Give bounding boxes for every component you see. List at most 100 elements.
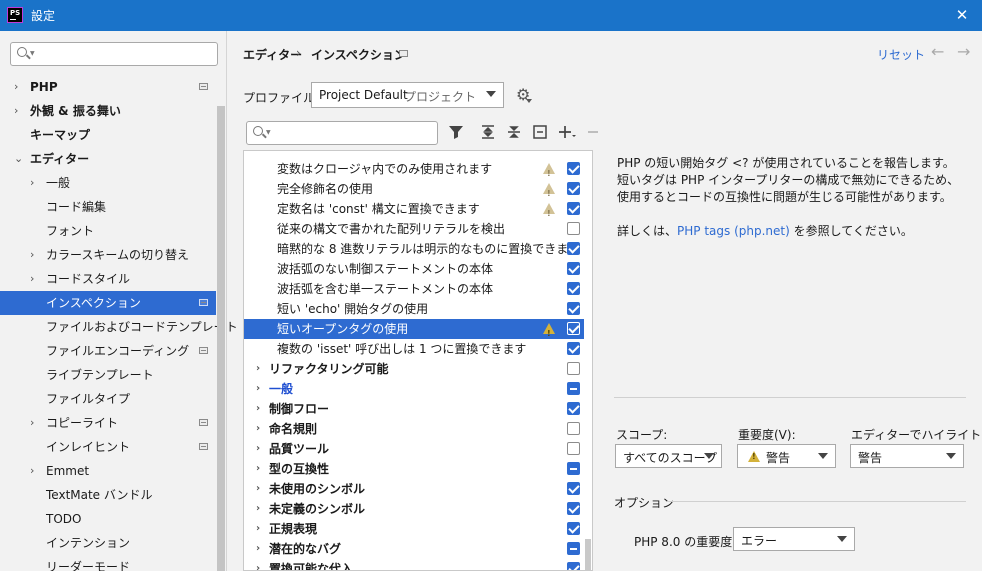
sidebar-item[interactable]: キーマップ bbox=[0, 123, 216, 147]
sidebar-item[interactable]: TextMate バンドル bbox=[0, 483, 216, 507]
inspection-checkbox[interactable] bbox=[567, 342, 580, 355]
inspection-checkbox[interactable] bbox=[567, 482, 580, 495]
chevron-right-icon[interactable]: › bbox=[256, 359, 260, 379]
inspection-item[interactable]: 暗黙的な 8 進数リテラルは明示的なものに置換できます bbox=[244, 239, 584, 259]
inspection-item[interactable]: 定数名は 'const' 構文に置換できます bbox=[244, 199, 584, 224]
inspection-item[interactable]: 完全修飾名の使用 bbox=[244, 179, 584, 204]
sidebar-item[interactable]: インレイヒント bbox=[0, 435, 216, 459]
inspection-item[interactable]: 波括弧を含む単一ステートメントの本体 bbox=[244, 279, 584, 299]
inspection-group[interactable]: › 未定義のシンボル bbox=[244, 499, 584, 519]
sidebar-item[interactable]: ファイルタイプ bbox=[0, 387, 216, 411]
sidebar-item[interactable]: リーダーモード bbox=[0, 555, 216, 571]
inspection-checkbox[interactable] bbox=[567, 462, 580, 475]
inspection-search-input[interactable]: ▼ bbox=[246, 121, 438, 145]
sidebar-item[interactable]: › Emmet bbox=[0, 459, 216, 483]
sidebar-item[interactable]: › PHP bbox=[0, 75, 216, 99]
sidebar-item[interactable]: ⌄ エディター bbox=[0, 147, 216, 171]
inspection-group[interactable]: › 命名規則 bbox=[244, 419, 584, 439]
sidebar-item[interactable]: ファイルおよびコードテンプレート bbox=[0, 315, 238, 339]
inspection-checkbox[interactable] bbox=[567, 442, 580, 455]
inspection-checkbox[interactable] bbox=[567, 422, 580, 435]
back-arrow-icon[interactable]: ← bbox=[931, 42, 944, 61]
inspection-checkbox[interactable] bbox=[567, 562, 580, 570]
inspection-checkbox[interactable] bbox=[567, 362, 580, 375]
settings-search-input[interactable]: ▼ bbox=[10, 42, 218, 66]
inspection-checkbox[interactable] bbox=[567, 242, 580, 255]
sidebar-item[interactable]: インスペクション bbox=[0, 291, 216, 315]
inspection-group[interactable]: › 潜在的なバグ bbox=[244, 539, 584, 559]
sidebar-item[interactable]: TODO bbox=[0, 507, 216, 531]
chevron-right-icon[interactable]: › bbox=[256, 559, 260, 570]
scope-select[interactable]: すべてのスコープ bbox=[615, 444, 722, 468]
sidebar-item[interactable]: › コードスタイル bbox=[0, 267, 216, 291]
inspection-checkbox[interactable] bbox=[567, 262, 580, 275]
inspection-group[interactable]: › 品質ツール bbox=[244, 439, 584, 459]
chevron-right-icon[interactable]: › bbox=[14, 75, 18, 99]
chevron-right-icon[interactable]: › bbox=[30, 171, 34, 195]
chevron-right-icon[interactable]: › bbox=[256, 439, 260, 459]
add-icon[interactable] bbox=[558, 124, 576, 142]
inspection-checkbox[interactable] bbox=[567, 542, 580, 555]
reset-link[interactable]: リセット bbox=[877, 46, 925, 63]
inspection-checkbox[interactable] bbox=[567, 382, 580, 395]
inspection-group[interactable]: › 制御フロー bbox=[244, 399, 584, 419]
sidebar-scrollbar[interactable] bbox=[217, 106, 225, 571]
chevron-right-icon[interactable]: › bbox=[256, 419, 260, 439]
profile-select[interactable]: Project Default プロジェクト bbox=[311, 82, 504, 108]
inspection-group[interactable]: › 一般 bbox=[244, 379, 584, 399]
inspection-checkbox[interactable] bbox=[567, 322, 580, 335]
chevron-right-icon[interactable]: › bbox=[256, 459, 260, 479]
chevron-right-icon[interactable]: › bbox=[30, 411, 34, 435]
inspection-scrollbar[interactable] bbox=[585, 539, 591, 570]
highlight-select[interactable]: 警告 bbox=[850, 444, 964, 468]
inspection-checkbox[interactable] bbox=[567, 282, 580, 295]
severity-select[interactable]: 警告 bbox=[737, 444, 836, 468]
sidebar-item[interactable]: インテンション bbox=[0, 531, 216, 555]
sidebar-item[interactable]: › 一般 bbox=[0, 171, 216, 195]
inspection-item[interactable]: 変数はクロージャ内でのみ使用されます bbox=[244, 159, 584, 184]
sidebar-item[interactable]: › 外観 & 振る舞い bbox=[0, 99, 216, 123]
chevron-right-icon[interactable]: › bbox=[256, 399, 260, 419]
sidebar-item[interactable]: ライブテンプレート bbox=[0, 363, 216, 387]
inspection-checkbox[interactable] bbox=[567, 162, 580, 175]
inspection-checkbox[interactable] bbox=[567, 522, 580, 535]
sidebar-item[interactable]: ファイルエンコーディング bbox=[0, 339, 216, 363]
gear-icon[interactable]: ⚙ bbox=[516, 86, 534, 104]
inspection-checkbox[interactable] bbox=[567, 502, 580, 515]
sidebar-item[interactable]: コード編集 bbox=[0, 195, 216, 219]
inspection-group[interactable]: › 型の互換性 bbox=[244, 459, 584, 479]
sidebar-item[interactable]: フォント bbox=[0, 219, 216, 243]
sidebar-item[interactable]: › コピーライト bbox=[0, 411, 216, 435]
chevron-right-icon[interactable]: › bbox=[30, 243, 34, 267]
chevron-right-icon[interactable]: › bbox=[256, 519, 260, 539]
collapse-all-icon[interactable] bbox=[505, 124, 523, 142]
php-tags-link[interactable]: PHP tags (php.net) bbox=[677, 224, 790, 238]
chevron-right-icon[interactable]: › bbox=[256, 499, 260, 519]
forward-arrow-icon[interactable]: → bbox=[957, 42, 970, 61]
inspection-checkbox[interactable] bbox=[567, 222, 580, 235]
inspection-checkbox[interactable] bbox=[567, 182, 580, 195]
chevron-right-icon[interactable]: › bbox=[256, 539, 260, 559]
chevron-right-icon[interactable]: › bbox=[14, 99, 18, 123]
inspection-checkbox[interactable] bbox=[567, 402, 580, 415]
inspection-item[interactable]: 波括弧のない制御ステートメントの本体 bbox=[244, 259, 584, 279]
inspection-item[interactable]: 複数の 'isset' 呼び出しは 1 つに置換できます bbox=[244, 339, 584, 359]
php8-severity-select[interactable]: エラー bbox=[733, 527, 855, 551]
inspection-group[interactable]: › リファクタリング可能 bbox=[244, 359, 584, 379]
chevron-right-icon[interactable]: › bbox=[256, 379, 260, 399]
expand-all-icon[interactable] bbox=[479, 124, 497, 142]
inspection-item[interactable]: 短い 'echo' 開始タグの使用 bbox=[244, 299, 584, 319]
inspection-group[interactable]: › 正規表現 bbox=[244, 519, 584, 539]
inspection-checkbox[interactable] bbox=[567, 302, 580, 315]
inspection-item[interactable]: 従来の構文で書かれた配列リテラルを検出 bbox=[244, 219, 584, 239]
reset-to-default-icon[interactable] bbox=[531, 124, 549, 142]
chevron-down-icon[interactable]: ⌄ bbox=[14, 147, 23, 171]
close-icon[interactable]: ✕ bbox=[952, 5, 972, 25]
inspection-group[interactable]: › 未使用のシンボル bbox=[244, 479, 584, 499]
chevron-right-icon[interactable]: › bbox=[30, 459, 34, 483]
breadcrumb-editor[interactable]: エディター bbox=[243, 46, 302, 63]
inspection-item[interactable]: 短いオープンタグの使用 bbox=[244, 319, 584, 344]
chevron-right-icon[interactable]: › bbox=[256, 479, 260, 499]
sidebar-item[interactable]: › カラースキームの切り替え bbox=[0, 243, 216, 267]
inspection-group[interactable]: › 置換可能な代入 bbox=[244, 559, 584, 570]
